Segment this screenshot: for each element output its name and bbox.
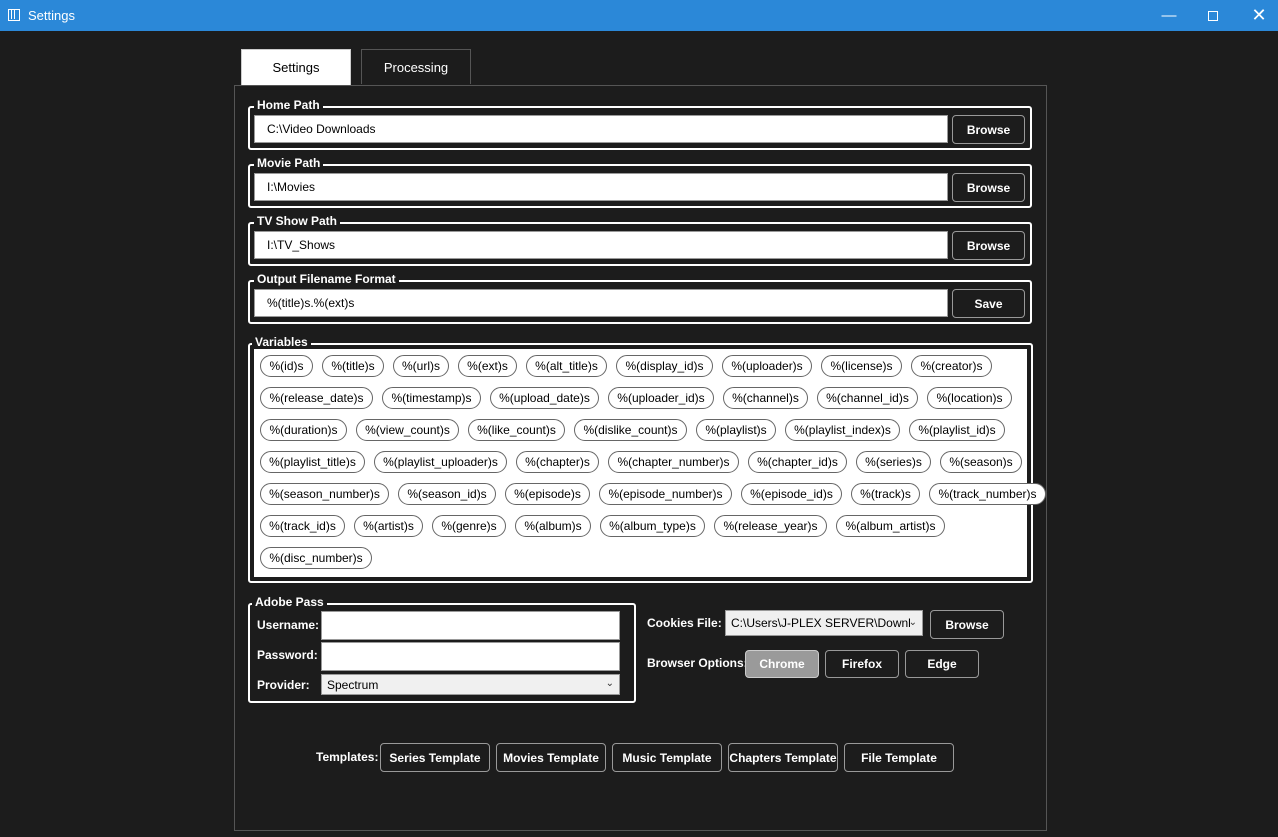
movie-path-input[interactable]: I:\Movies [254, 173, 948, 201]
browser-option-firefox[interactable]: Firefox [825, 650, 899, 678]
variable-chip[interactable]: %(url)s [393, 355, 449, 377]
browser-options-label: Browser Options: [647, 656, 748, 670]
output-format-input[interactable]: %(title)s.%(ext)s [254, 289, 948, 317]
window-title: Settings [28, 8, 75, 23]
variable-chip[interactable]: %(episode_number)s [599, 483, 732, 505]
browser-option-chrome[interactable]: Chrome [745, 650, 819, 678]
variable-chip[interactable]: %(channel)s [723, 387, 808, 409]
variable-chip[interactable]: %(license)s [821, 355, 902, 377]
variables-list: %(id)s %(title)s %(url)s %(ext)s %(alt_title… [254, 349, 1046, 577]
variable-chip[interactable]: %(channel_id)s [817, 387, 918, 409]
home-path-legend: Home Path [254, 98, 323, 112]
variable-chip[interactable]: %(playlist_title)s [260, 451, 365, 473]
output-format-save-button[interactable]: Save [952, 289, 1025, 318]
cookies-browse-button[interactable]: Browse [930, 610, 1004, 639]
variable-chip[interactable]: %(id)s [260, 355, 313, 377]
tv-show-path-browse-button[interactable]: Browse [952, 231, 1025, 260]
templates-label: Templates: [316, 750, 379, 764]
variable-chip[interactable]: %(episode)s [505, 483, 590, 505]
home-path-input[interactable]: C:\Video Downloads [254, 115, 948, 143]
password-input[interactable] [321, 642, 620, 671]
provider-label: Provider: [257, 678, 310, 692]
variable-chip[interactable]: %(release_year)s [714, 515, 827, 537]
close-icon[interactable]: ✕ [1236, 0, 1278, 31]
variables-group: Variables %(id)s %(title)s %(url)s %(ext)s%… [248, 335, 1046, 583]
maximize-icon[interactable] [1190, 0, 1236, 31]
tab-processing[interactable]: Processing [361, 49, 471, 84]
variable-chip[interactable]: %(season_id)s [398, 483, 496, 505]
variable-chip[interactable]: %(alt_title)s [526, 355, 607, 377]
chevron-down-icon: ⌄ [908, 617, 917, 628]
variable-chip[interactable]: %(season)s [940, 451, 1022, 473]
output-format-legend: Output Filename Format [254, 272, 399, 286]
variable-chip[interactable]: %(title)s [322, 355, 384, 377]
movie-path-browse-button[interactable]: Browse [952, 173, 1025, 202]
variable-chip[interactable]: %(uploader_id)s [608, 387, 714, 409]
variable-chip[interactable]: %(chapter)s [516, 451, 599, 473]
variable-chip[interactable]: %(upload_date)s [490, 387, 599, 409]
music-template-button[interactable]: Music Template [612, 743, 722, 772]
variable-chip[interactable]: %(season_number)s [260, 483, 389, 505]
variable-chip[interactable]: %(track_number)s [929, 483, 1046, 505]
username-input[interactable] [321, 611, 620, 640]
file-template-button[interactable]: File Template [844, 743, 954, 772]
variable-chip[interactable]: %(album_type)s [600, 515, 705, 537]
title-bar: Settings — ✕ [0, 0, 1278, 31]
variable-chip[interactable]: %(chapter_id)s [748, 451, 847, 473]
variable-chip[interactable]: %(ext)s [458, 355, 517, 377]
variable-chip[interactable]: %(dislike_count)s [574, 419, 687, 441]
provider-dropdown[interactable]: Spectrum ⌄ [321, 674, 620, 695]
variable-chip[interactable]: %(disc_number)s [260, 547, 372, 569]
variable-chip[interactable]: %(release_date)s [260, 387, 373, 409]
minimize-icon[interactable]: — [1146, 0, 1192, 31]
home-path-browse-button[interactable]: Browse [952, 115, 1025, 144]
variable-chip[interactable]: %(genre)s [432, 515, 506, 537]
variable-chip[interactable]: %(location)s [927, 387, 1012, 409]
variable-chip[interactable]: %(creator)s [911, 355, 992, 377]
series-template-button[interactable]: Series Template [380, 743, 490, 772]
variable-chip[interactable]: %(duration)s [260, 419, 347, 441]
chevron-down-icon: ⌄ [605, 678, 614, 689]
app-icon [8, 9, 20, 21]
cookies-file-value: C:\Users\J-PLEX SERVER\Downl [731, 616, 911, 630]
variable-chip[interactable]: %(playlist_uploader)s [374, 451, 507, 473]
variable-chip[interactable]: %(artist)s [354, 515, 423, 537]
provider-value: Spectrum [327, 677, 379, 692]
tab-settings[interactable]: Settings [241, 49, 351, 85]
tv-show-path-legend: TV Show Path [254, 214, 341, 228]
tv-show-path-input[interactable]: I:\TV_Shows [254, 231, 948, 259]
variable-chip[interactable]: %(timestamp)s [382, 387, 481, 409]
variable-chip[interactable]: %(display_id)s [616, 355, 713, 377]
variable-chip[interactable]: %(album_artist)s [836, 515, 945, 537]
username-label: Username: [257, 618, 320, 632]
adobe-pass-legend: Adobe Pass [252, 595, 327, 609]
variable-chip[interactable]: %(playlist)s [696, 419, 776, 441]
variable-chip[interactable]: %(track)s [851, 483, 920, 505]
password-label: Password: [257, 648, 318, 662]
variable-chip[interactable]: %(like_count)s [468, 419, 565, 441]
variable-chip[interactable]: %(episode_id)s [741, 483, 842, 505]
variable-chip[interactable]: %(series)s [856, 451, 931, 473]
browser-option-edge[interactable]: Edge [905, 650, 979, 678]
variable-chip[interactable]: %(playlist_id)s [909, 419, 1005, 441]
movie-path-legend: Movie Path [254, 156, 324, 170]
variable-chip[interactable]: %(uploader)s [722, 355, 812, 377]
variable-chip[interactable]: %(playlist_index)s [785, 419, 900, 441]
variable-chip[interactable]: %(album)s [515, 515, 591, 537]
variable-chip[interactable]: %(track_id)s [260, 515, 345, 537]
variable-chip[interactable]: %(view_count)s [356, 419, 459, 441]
cookies-file-label: Cookies File: [647, 616, 722, 630]
cookies-file-dropdown[interactable]: C:\Users\J-PLEX SERVER\Downl ⌄ [725, 610, 923, 636]
variables-legend: Variables [252, 335, 311, 349]
movies-template-button[interactable]: Movies Template [496, 743, 606, 772]
variable-chip[interactable]: %(chapter_number)s [608, 451, 739, 473]
chapters-template-button[interactable]: Chapters Template [728, 743, 838, 772]
